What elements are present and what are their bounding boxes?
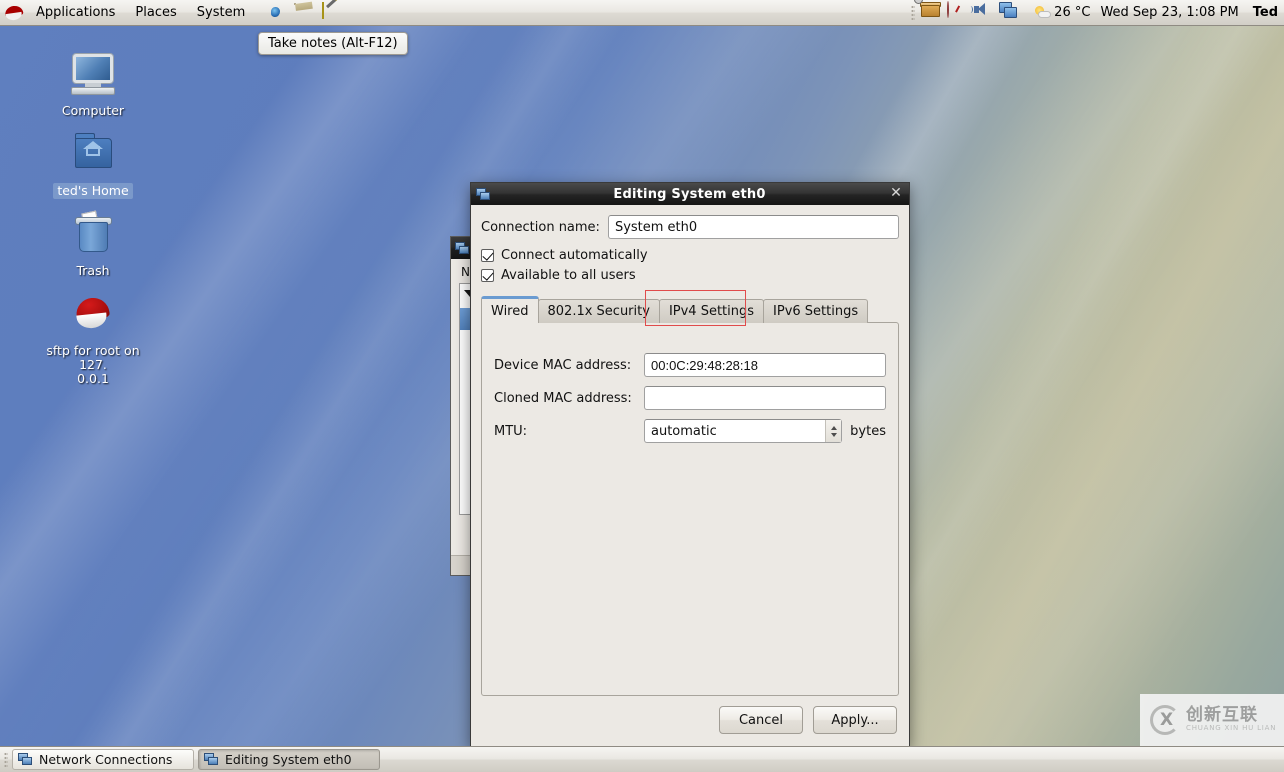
network-connection-icon [204,753,219,766]
tab-label: 802.1x Security [547,304,650,319]
cloned-mac-input[interactable] [644,386,886,410]
connect-automatically-checkbox[interactable] [481,249,494,262]
tomboy-notes-icon[interactable] [321,0,345,24]
tab-label: Wired [491,303,529,319]
connect-automatically-row[interactable]: Connect automatically [481,248,899,263]
tab-label: IPv6 Settings [773,304,859,319]
watermark-pinyin-text: CHUANG XIN HU LIAN [1186,724,1277,733]
available-to-all-users-row[interactable]: Available to all users [481,268,899,283]
mtu-row: MTU: automatic bytes [494,419,886,443]
evolution-mail-icon[interactable] [293,1,317,24]
cancel-button[interactable]: Cancel [719,706,803,734]
available-to-all-users-checkbox[interactable] [481,269,494,282]
taskbar-item-network-connections[interactable]: Network Connections [12,749,194,770]
close-icon[interactable]: ✕ [888,186,904,202]
connection-name-row: Connection name: [481,215,899,239]
mtu-stepper-buttons[interactable] [825,420,842,442]
tab-ipv4-settings[interactable]: IPv4 Settings [658,299,765,323]
watermark-logo-icon [1150,705,1180,735]
taskbar-grip-handle[interactable] [4,751,8,768]
apply-button[interactable]: Apply... [813,706,897,734]
taskbar-item-label: Editing System eth0 [225,752,352,767]
firefox-icon[interactable] [265,2,289,24]
trash-icon [68,210,118,260]
desktop-icon-trash[interactable]: Trash [28,210,158,279]
panel-status-area: 26 °C Wed Sep 23, 1:08 PM Ted [911,0,1284,24]
desktop-icon-label: Computer [61,103,125,118]
connection-name-input[interactable] [607,215,899,239]
taskbar-item-label: Network Connections [39,752,173,767]
chevron-up-icon[interactable] [830,425,837,430]
computer-icon [68,52,118,100]
mtu-unit-label: bytes [850,423,886,439]
watermark-chinese-text: 创新互联 [1186,705,1258,726]
home-folder-icon [68,132,118,180]
clock-applet[interactable]: Wed Sep 23, 1:08 PM [1100,5,1238,20]
tab-wired[interactable]: Wired [481,296,539,323]
desktop-icon-home[interactable]: ted's Home [28,132,158,199]
device-mac-input[interactable] [644,353,886,377]
temperature-label: 26 °C [1054,5,1091,20]
redhat-logo-icon[interactable] [4,3,24,23]
network-connections-icon [18,753,33,766]
editing-connection-dialog[interactable]: Editing System eth0 ✕ Connection name: C… [470,182,910,747]
taskbar-item-editing-system-eth0[interactable]: Editing System eth0 [198,749,380,770]
redhat-sftp-icon [68,292,118,340]
tab-strip: Wired 802.1x Security IPv4 Settings IPv6… [481,290,899,326]
tab-ipv6-settings[interactable]: IPv6 Settings [763,299,869,323]
dialog-footer: Cancel Apply... [471,696,909,746]
mtu-label: MTU: [494,423,528,439]
username-label[interactable]: Ted [1253,5,1278,20]
device-mac-row: Device MAC address: [494,353,886,377]
tab-label: IPv4 Settings [668,304,755,319]
desktop-icon-sftp[interactable]: sftp for root on 127. 0.0.1 [28,292,158,387]
tray-grip-handle[interactable] [911,4,916,21]
dialog-body: Connection name: Connect automatically A… [471,205,909,696]
connect-automatically-label: Connect automatically [501,248,648,263]
watermark: 创新互联 CHUANG XIN HU LIAN [1140,694,1284,746]
network-monitor-icon[interactable] [999,1,1023,24]
taskbar: Network Connections Editing System eth0 [0,746,1284,772]
device-mac-label: Device MAC address: [494,357,632,373]
dialog-title: Editing System eth0 [613,186,766,202]
menu-applications[interactable]: Applications [27,1,124,24]
gauge-icon[interactable] [947,0,971,24]
wired-tab-panel: Device MAC address: Cloned MAC address: … [481,322,899,696]
cloned-mac-label: Cloned MAC address: [494,390,632,406]
connection-name-label: Connection name: [481,219,600,235]
tooltip: Take notes (Alt-F12) [258,32,408,55]
network-connections-icon [455,241,470,255]
desktop-icon-label: ted's Home [53,183,133,199]
weather-applet[interactable]: 26 °C [1034,5,1090,21]
chevron-down-icon[interactable] [830,432,837,437]
top-panel: Applications Places System 26 °C Wed Sep… [0,0,1284,26]
available-to-all-users-label: Available to all users [501,268,636,283]
network-connection-icon [476,187,491,201]
tab-8021x-security[interactable]: 802.1x Security [537,299,660,323]
package-updater-icon[interactable] [914,0,945,24]
dialog-titlebar[interactable]: Editing System eth0 ✕ [471,183,909,205]
cloned-mac-row: Cloned MAC address: [494,386,886,410]
desktop-icon-computer[interactable]: Computer [28,52,158,119]
mtu-value[interactable]: automatic [645,424,825,439]
sun-cloud-icon [1034,5,1052,21]
menu-system[interactable]: System [188,1,254,24]
mtu-stepper[interactable]: automatic [644,419,843,443]
volume-icon[interactable] [972,2,997,24]
desktop-icon-label: sftp for root on 127. 0.0.1 [46,343,140,386]
menu-places[interactable]: Places [126,1,185,24]
desktop-icon-label: Trash [76,263,110,278]
